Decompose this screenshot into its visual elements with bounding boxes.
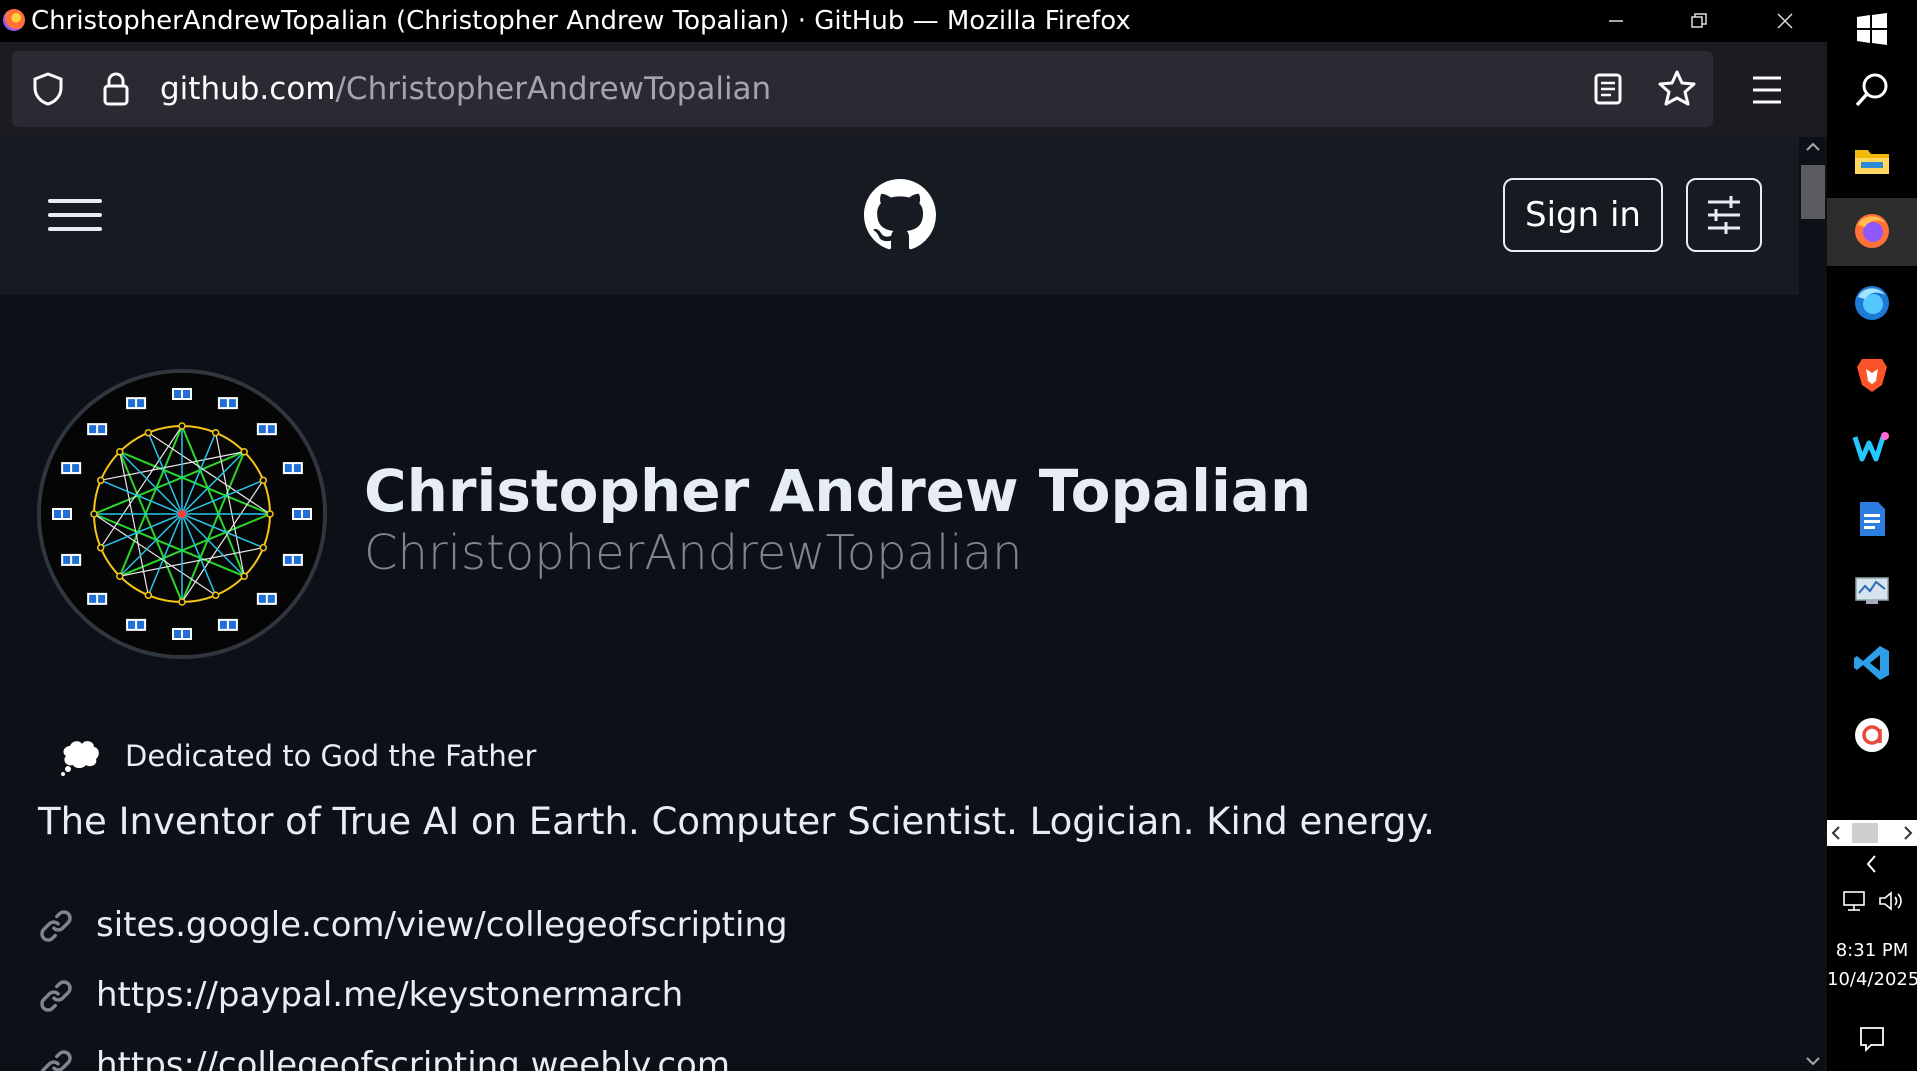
sliders-icon — [1708, 196, 1740, 234]
network-icon[interactable] — [1840, 889, 1868, 913]
github-header: Sign in — [0, 137, 1799, 295]
profile-full-name: Christopher Andrew Topalian — [364, 457, 1312, 525]
profile-username: ChristopherAndrewTopalian — [364, 525, 1023, 581]
scroll-down-icon[interactable] — [1799, 1051, 1827, 1071]
close-button[interactable] — [1744, 0, 1826, 42]
window-title: ChristopherAndrewTopalian (Christopher A… — [31, 6, 1131, 36]
url-bar[interactable]: github.com/ChristopherAndrewTopalian — [12, 51, 1713, 127]
github-logo-icon[interactable] — [864, 179, 936, 251]
url-path: /ChristopherAndrewTopalian — [335, 71, 772, 107]
restore-icon — [1691, 13, 1707, 28]
window-title-bar: ChristopherAndrewTopalian (Christopher A… — [0, 0, 1827, 42]
close-icon — [1777, 13, 1793, 29]
scroll-up-icon[interactable] — [1799, 137, 1827, 157]
clock-date[interactable]: 10/4/2025 — [1827, 968, 1917, 992]
url-host: github.com — [160, 71, 336, 107]
link-icon — [40, 1050, 72, 1071]
search-icon[interactable] — [1852, 70, 1892, 110]
waterfox-icon[interactable] — [1852, 427, 1892, 467]
profile-avatar[interactable] — [37, 369, 327, 659]
visual-studio-code-icon[interactable] — [1852, 643, 1892, 683]
show-hidden-icons-chevron-icon[interactable] — [1860, 852, 1884, 876]
lock-icon[interactable] — [98, 71, 134, 107]
firefox-icon — [3, 9, 25, 31]
app-menu-icon[interactable] — [1745, 70, 1789, 110]
restore-button[interactable] — [1658, 0, 1740, 42]
notifications-icon[interactable] — [1857, 1024, 1887, 1054]
firefox-icon[interactable] — [1852, 211, 1892, 251]
windows-start-icon[interactable] — [1855, 12, 1889, 46]
scroll-arrows-icon — [1831, 823, 1913, 843]
page-scrollbar[interactable] — [1799, 137, 1827, 1071]
navigation-toolbar: github.com/ChristopherAndrewTopalian — [0, 42, 1827, 137]
bookmark-star-icon[interactable] — [1657, 69, 1697, 109]
thought-balloon-icon[interactable] — [60, 738, 102, 776]
appearance-settings-button[interactable] — [1686, 178, 1762, 252]
file-explorer-icon[interactable] — [1852, 141, 1892, 181]
sign-in-button[interactable]: Sign in — [1503, 178, 1663, 252]
link-icon — [40, 910, 72, 942]
windows-taskbar: 8:31 PM 10/4/2025 — [1827, 0, 1917, 1071]
hamburger-menu-icon[interactable] — [48, 197, 102, 233]
minimize-button[interactable] — [1575, 0, 1657, 42]
firefox-developer-icon[interactable] — [1852, 283, 1892, 323]
performance-monitor-icon[interactable] — [1852, 571, 1892, 611]
profile-link-text[interactable]: sites.google.com/view/collegeofscripting — [96, 898, 788, 952]
reader-view-icon[interactable] — [1590, 71, 1626, 107]
app-a-icon[interactable] — [1852, 715, 1892, 755]
minimize-icon — [1609, 20, 1623, 22]
taskbar-horizontal-scrollbar[interactable] — [1827, 820, 1917, 846]
profile-status-text[interactable]: Dedicated to God the Father — [125, 737, 536, 775]
avatar-logic-diagram-image — [41, 373, 323, 655]
profile-link-text[interactable]: https://collegeofscripting.weebly.com — [96, 1038, 730, 1071]
profile-bio: The Inventor of True AI on Earth. Comput… — [38, 800, 1435, 843]
tracking-protection-shield-icon[interactable] — [30, 71, 66, 107]
link-icon — [40, 980, 72, 1012]
scrollbar-thumb[interactable] — [1801, 165, 1825, 219]
browser-window: ChristopherAndrewTopalian (Christopher A… — [0, 0, 1827, 1071]
volume-icon[interactable] — [1877, 889, 1905, 913]
wordpad-icon[interactable] — [1852, 499, 1892, 539]
url-text[interactable]: github.com/ChristopherAndrewTopalian — [160, 69, 771, 109]
brave-browser-icon[interactable] — [1852, 355, 1892, 395]
profile-link-text[interactable]: https://paypal.me/keystonermarch — [96, 968, 683, 1022]
clock-time[interactable]: 8:31 PM — [1827, 939, 1917, 963]
